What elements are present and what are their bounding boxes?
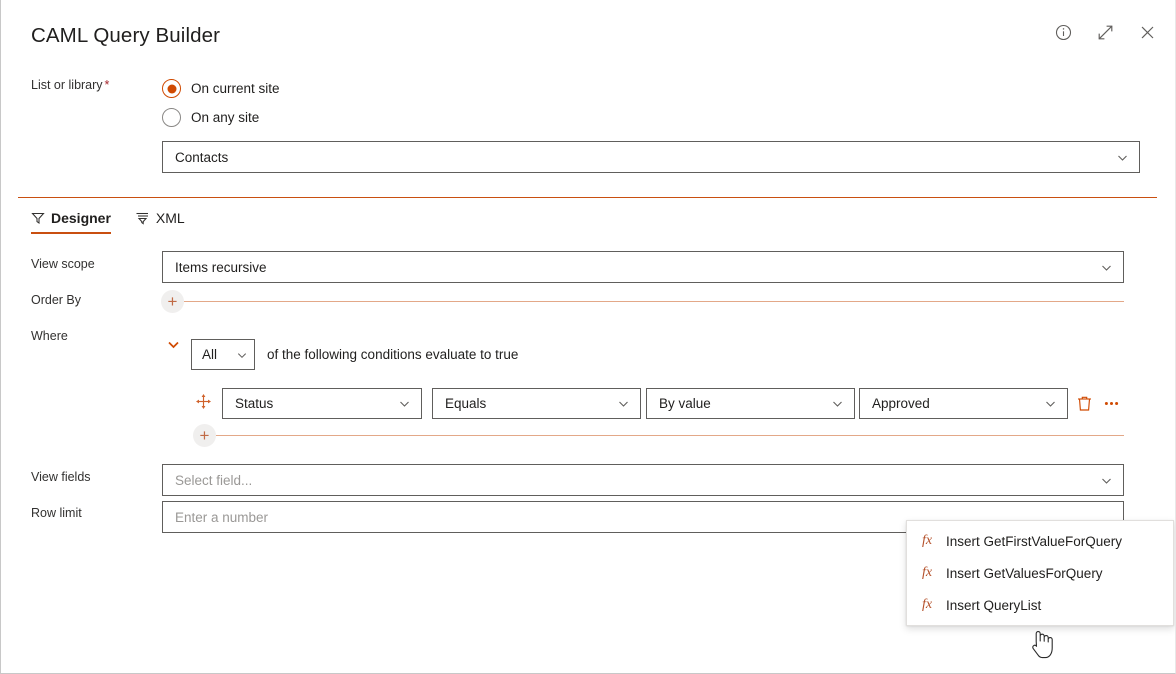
- radio-indicator-selected: [162, 79, 181, 98]
- chevron-down-icon: [617, 397, 630, 410]
- chevron-down-icon: [831, 397, 844, 410]
- chevron-down-icon: [1116, 151, 1129, 164]
- expand-icon[interactable]: [1091, 18, 1119, 46]
- condition-value-type-value: By value: [659, 396, 831, 411]
- tab-designer[interactable]: Designer: [31, 210, 111, 234]
- radio-indicator: [162, 108, 181, 127]
- view-fields-dropdown[interactable]: Select field...: [162, 464, 1124, 496]
- where-sentence: of the following conditions evaluate to …: [267, 347, 518, 362]
- list-dropdown-value: Contacts: [175, 150, 1116, 165]
- chevron-down-icon: [1100, 261, 1113, 274]
- chevron-down-icon: [236, 349, 248, 361]
- insert-caml-flyout-menu: fx Insert GetFirstValueForQuery fx Inser…: [906, 520, 1174, 626]
- view-fields-label: View fields: [31, 470, 91, 484]
- page-title: CAML Query Builder: [31, 24, 220, 48]
- where-label: Where: [31, 329, 68, 343]
- trash-icon[interactable]: [1075, 394, 1094, 413]
- dialog-header: CAML Query Builder: [1, 0, 1175, 64]
- menu-item-label: Insert GetValuesForQuery: [946, 566, 1103, 581]
- tab-strip: Designer XML: [31, 210, 185, 234]
- order-by-label: Order By: [31, 293, 81, 307]
- row-limit-label: Row limit: [31, 506, 82, 520]
- chevron-down-icon: [1044, 397, 1057, 410]
- add-row-line: [184, 301, 1124, 302]
- where-collapse-toggle[interactable]: [164, 335, 182, 353]
- caml-query-builder-dialog: CAML Query Builder: [0, 0, 1176, 674]
- radio-on-any-site[interactable]: On any site: [162, 108, 259, 127]
- filter-lines-icon: [135, 211, 150, 225]
- condition-operator-dropdown[interactable]: Equals: [432, 388, 641, 419]
- where-add-condition-row: +: [193, 424, 1124, 447]
- more-horizontal-icon[interactable]: [1102, 394, 1121, 413]
- view-fields-placeholder: Select field...: [175, 473, 1100, 488]
- menu-item-insert-querylist[interactable]: fx Insert QueryList: [907, 589, 1173, 621]
- menu-item-label: Insert QueryList: [946, 598, 1041, 613]
- chevron-down-icon: [1100, 474, 1113, 487]
- tab-label: Designer: [51, 210, 111, 226]
- fx-icon: fx: [919, 597, 935, 613]
- order-by-add-row: +: [161, 290, 1124, 313]
- condition-field-value: Status: [235, 396, 398, 411]
- condition-operator-value: Equals: [445, 396, 617, 411]
- view-scope-value: Items recursive: [175, 260, 1100, 275]
- where-match-dropdown[interactable]: All: [191, 339, 255, 370]
- add-condition-button[interactable]: +: [193, 424, 216, 447]
- condition-value-value: Approved: [872, 396, 1044, 411]
- section-divider: [18, 197, 1157, 198]
- condition-value-dropdown[interactable]: Approved: [859, 388, 1068, 419]
- condition-drag-handle[interactable]: [194, 392, 212, 410]
- close-icon[interactable]: [1133, 18, 1161, 46]
- radio-on-current-site[interactable]: On current site: [162, 79, 280, 98]
- filter-icon: [31, 211, 45, 225]
- condition-value-type-dropdown[interactable]: By value: [646, 388, 855, 419]
- header-icon-group: [1049, 18, 1161, 46]
- list-or-library-label: List or library*: [31, 78, 109, 92]
- fx-icon: fx: [919, 565, 935, 581]
- list-dropdown[interactable]: Contacts: [162, 141, 1140, 173]
- menu-item-insert-getfirstvalueforquery[interactable]: fx Insert GetFirstValueForQuery: [907, 525, 1173, 557]
- add-row-line: [216, 435, 1124, 436]
- fx-icon: fx: [919, 533, 935, 549]
- where-match-value: All: [202, 347, 236, 362]
- menu-item-label: Insert GetFirstValueForQuery: [946, 534, 1122, 549]
- tab-label: XML: [156, 210, 185, 226]
- chevron-down-icon: [398, 397, 411, 410]
- condition-field-dropdown[interactable]: Status: [222, 388, 422, 419]
- tab-xml[interactable]: XML: [135, 210, 185, 234]
- view-scope-dropdown[interactable]: Items recursive: [162, 251, 1124, 283]
- view-scope-label: View scope: [31, 257, 95, 271]
- menu-item-insert-getvaluesforquery[interactable]: fx Insert GetValuesForQuery: [907, 557, 1173, 589]
- radio-label: On any site: [191, 110, 259, 125]
- radio-label: On current site: [191, 81, 280, 96]
- required-asterisk: *: [105, 78, 110, 92]
- info-icon[interactable]: [1049, 18, 1077, 46]
- add-order-by-button[interactable]: +: [161, 290, 184, 313]
